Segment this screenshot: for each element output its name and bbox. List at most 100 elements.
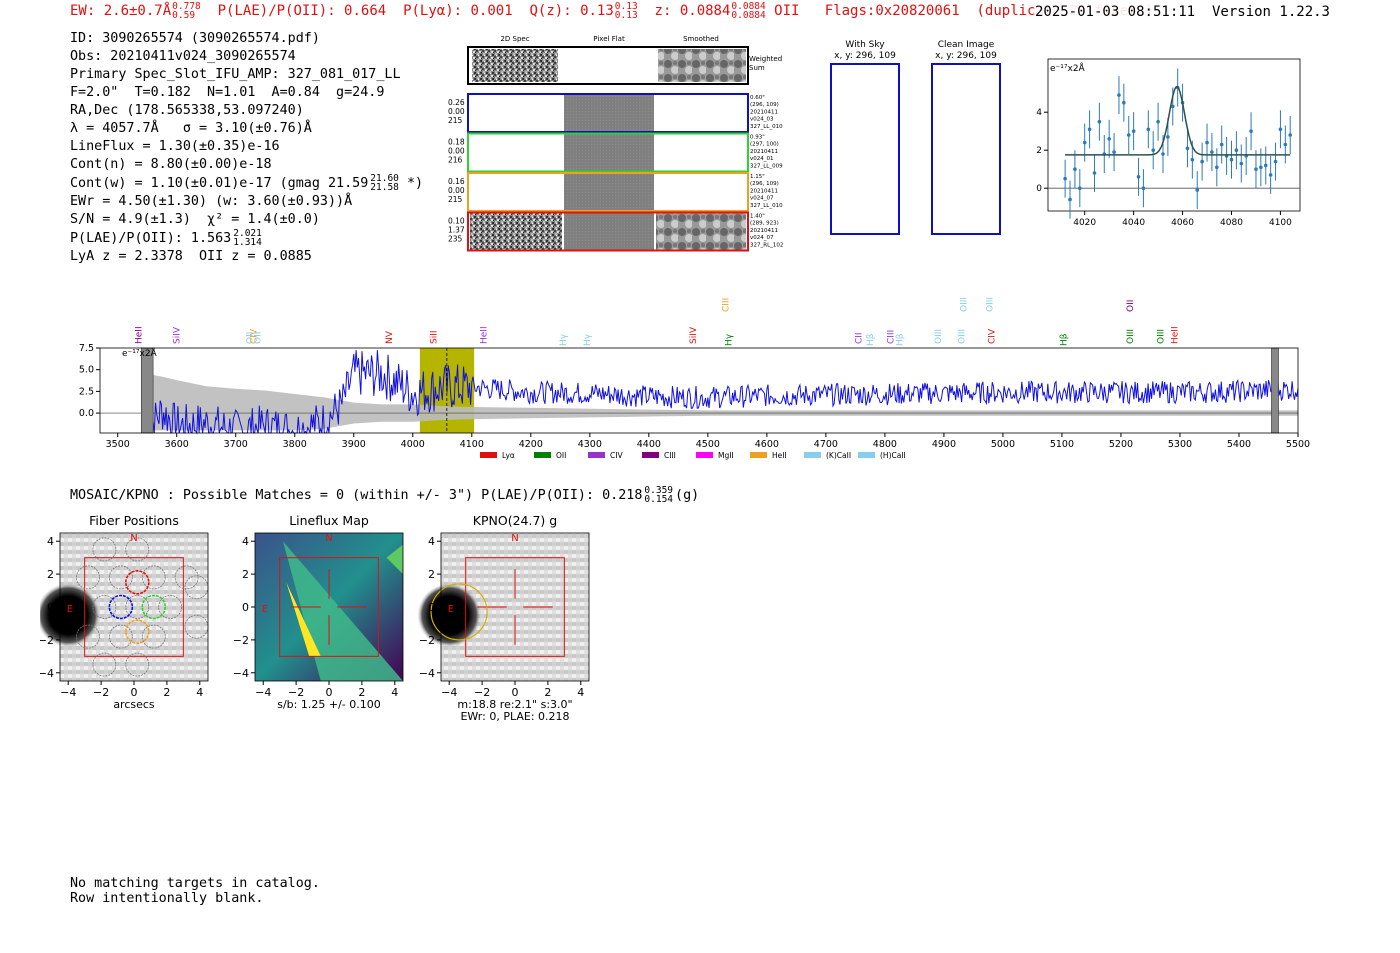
z-bounds: 0.0884 0.0884 [731, 1, 766, 21]
x-tick-label: 3700 [224, 439, 248, 450]
y-tick-label: 0.0 [79, 408, 94, 419]
x-tick-label: −4 [441, 686, 457, 699]
data-point [1146, 127, 1151, 132]
weighted-sum-label: Weighted [749, 55, 782, 63]
cutout-left-label: 215 [448, 116, 463, 125]
catalog-note: No matching targets in catalog. Row inten… [70, 876, 320, 906]
panel-title: KPNO(24.7) g [473, 513, 557, 528]
emission-line-label: Hβ [866, 333, 876, 346]
emission-line-label: OIII [985, 297, 995, 312]
emission-line-label: OII [254, 332, 264, 344]
image-panel-2: Lineflux MapNE−4 −2 0 2 4420−2−4s/b: 1.25 +/… [233, 513, 404, 711]
east-label: E [448, 604, 454, 615]
cutout-right-label: v024_07 [750, 235, 774, 241]
legend-label: OII [556, 451, 566, 460]
x-tick-label: −2 [93, 686, 109, 699]
x-tick-label: 4900 [932, 439, 956, 450]
x-tick-label: 4020 [1073, 218, 1096, 228]
emission-line-label: OIII [1126, 329, 1136, 344]
legend-swatch [804, 452, 821, 458]
plya-value: P(Lyα): 0.001 [403, 3, 513, 19]
y-tick-label: 0 [428, 601, 435, 614]
ew-bounds: 0.778 0.59 [172, 1, 201, 21]
y-tick-label: −2 [40, 634, 54, 647]
data-point [1107, 137, 1111, 141]
panel-sublabel: EWr: 0, PLAE: 0.218 [460, 710, 569, 723]
cutout-right-label: 20210411 [750, 228, 778, 234]
x-tick-label: 4 [196, 686, 203, 699]
x-tick-label: 4200 [519, 439, 543, 450]
info-cont-w: Cont(w) = 1.10(±0.01)e-17 (gmag 21.59 21.… [70, 173, 424, 193]
data-point [1234, 148, 1239, 152]
legend-label: CIV [610, 451, 623, 460]
y-tick-label: 4 [428, 535, 435, 548]
x-tick-label: 5500 [1286, 439, 1310, 450]
timestamp: 2025-01-03 08:51:11 [1034, 4, 1196, 20]
emission-line-label: CII [854, 332, 864, 344]
x-tick-label: 5200 [1109, 439, 1133, 450]
x-tick-label: 4100 [1269, 218, 1292, 228]
cutout-right-label: v024_01 [750, 156, 774, 162]
data-point [1166, 135, 1170, 139]
legend-swatch [750, 452, 767, 458]
cutout-grid: 2D Spec Pixel Flat Smoothed Weighted Sum… [448, 35, 783, 252]
emission-line-label: OIII [958, 329, 968, 344]
cutout-left-label: 216 [448, 156, 463, 165]
x-tick-label: 4800 [873, 439, 897, 450]
data-point [1136, 175, 1141, 179]
cutout-left-label: 0.00 [448, 107, 465, 116]
info-obs: Obs: 20210411v024_3090265574 [70, 49, 296, 64]
image-panels: Fiber Positions N E −4 −2 0 2 4 4 2 0 −2 −4 arcsecs Li… [40, 513, 590, 723]
cutout-right-label: (296, 109) [750, 102, 779, 108]
col-smoothed: Smoothed [683, 35, 719, 43]
y-tick-label: −4 [40, 667, 54, 680]
cutout-row-3: 0.160.00215 1.15"(296, 109)20210411 v024_0… [448, 172, 783, 212]
cutout-left-label: 235 [448, 235, 463, 244]
x-tick-label: 4040 [1122, 218, 1145, 228]
x-tick-label: 5400 [1227, 439, 1251, 450]
data-point [1249, 129, 1253, 133]
spectrum-units-label: e⁻¹⁷x2Å [122, 347, 158, 359]
sky-clean-panels: With Sky x, y: 296, 109 Clean Image x, y… [830, 40, 1001, 235]
timestamp-version: 2025-01-03 08:51:11 Version 1.22.3 [1034, 4, 1330, 20]
data-point [1239, 161, 1244, 166]
data-point [1141, 186, 1146, 190]
emission-line-label: Hγ [559, 333, 569, 346]
masked-region [1271, 347, 1279, 434]
x-tick-label: 5000 [991, 439, 1015, 450]
q-bounds: 0.13 0.13 [614, 1, 638, 21]
emission-line-label: OIII [959, 297, 969, 312]
data-point [1268, 173, 1273, 177]
cutout-right-label: (289, 923) [750, 221, 779, 227]
data-point [1185, 146, 1190, 151]
cutout-left-label: 0.26 [448, 98, 465, 107]
y-tick-label: 4 [47, 535, 54, 548]
cutout-right-label: 0.93" [750, 135, 765, 141]
panel-xlabel: s/b: 1.25 +/- 0.100 [277, 698, 381, 711]
y-tick-label: 2 [242, 568, 249, 581]
y-tick-label: 0 [47, 601, 54, 614]
x-tick-label: 4100 [460, 439, 484, 450]
q-value: Q(z): 0.13 [529, 3, 614, 19]
cutout-right-label: 20210411 [750, 149, 778, 155]
image-panel-1: Fiber PositionsNE−4 −2 0 2 4420−2−4arcsecs [40, 513, 209, 711]
legend-label: CIII [664, 451, 676, 460]
info-ewr: EWr = 4.50(±1.30) (w: 3.60(±0.93))Å [70, 194, 353, 209]
legend-swatch [534, 452, 551, 458]
x-tick-label: 4000 [401, 439, 425, 450]
y-tick-label: 0 [1036, 184, 1042, 194]
emission-line-label: Hγ [724, 333, 734, 346]
y-tick-label: −2 [419, 634, 435, 647]
y-tick-label: 4 [242, 535, 249, 548]
y-tick-label: 0 [242, 601, 249, 614]
cutout-left-label: 0.18 [448, 138, 465, 147]
weighted-sum-row: Weighted Sum [467, 46, 782, 85]
data-point [1161, 152, 1165, 156]
data-point [1126, 133, 1131, 137]
data-point [1097, 119, 1102, 124]
emission-line-label: NV [385, 330, 395, 344]
info-slot: Primary Spec_Slot_IFU_AMP: 327_081_017_L… [70, 67, 401, 82]
pixel-flat-cutout [564, 174, 654, 210]
data-point [1278, 127, 1283, 132]
with-sky-box [830, 63, 900, 235]
